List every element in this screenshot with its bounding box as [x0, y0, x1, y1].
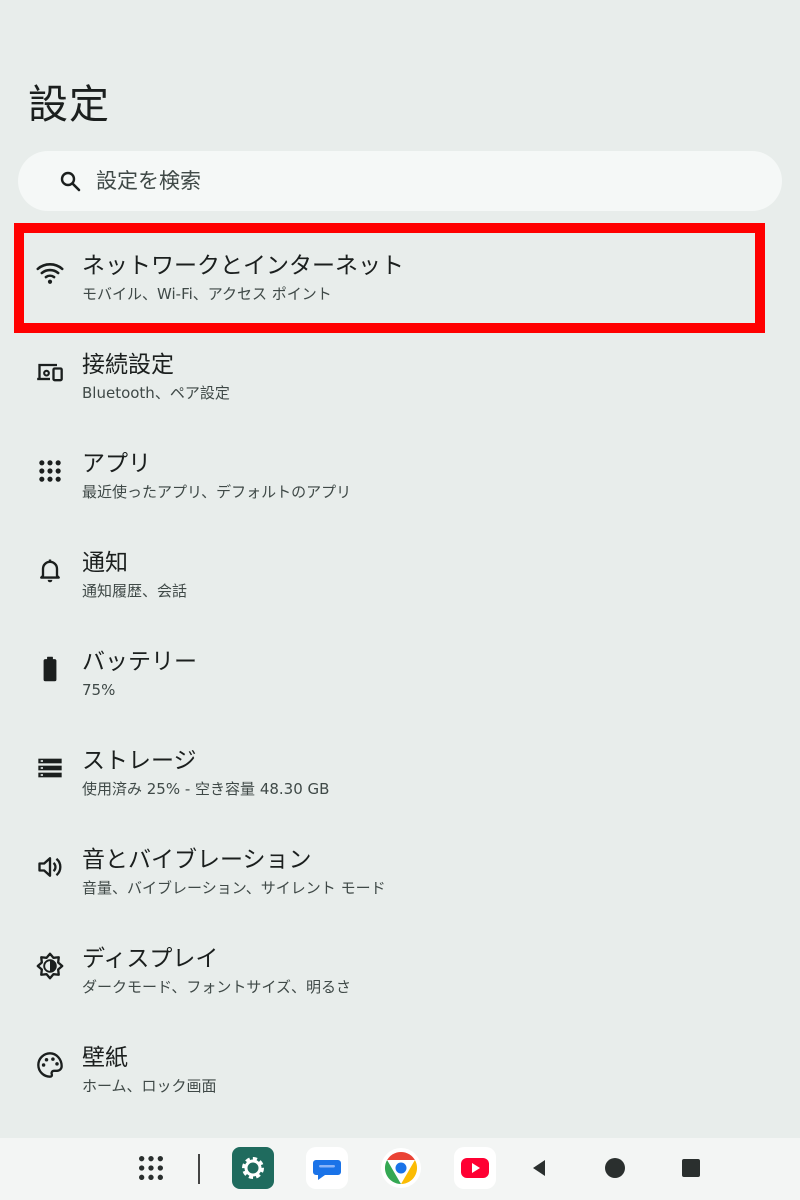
brightness-icon: [36, 952, 64, 980]
settings-item-notifications[interactable]: 通知 通知履歴、会話: [0, 520, 800, 619]
settings-item-title: 音とバイブレーション: [82, 847, 312, 873]
content-bottom-edge: [0, 1120, 800, 1138]
settings-item-network[interactable]: ネットワークとインターネット モバイル、Wi-Fi、アクセス ポイント: [0, 223, 800, 322]
settings-item-subtitle: ダークモード、フォントサイズ、明るさ: [82, 978, 351, 996]
settings-list: ネットワークとインターネット モバイル、Wi-Fi、アクセス ポイント 接続設定…: [0, 223, 800, 1114]
wifi-icon: [36, 259, 64, 287]
settings-item-subtitle: 最近使ったアプリ、デフォルトのアプリ: [82, 483, 352, 501]
volume-icon: [36, 853, 64, 881]
settings-item-apps[interactable]: アプリ 最近使ったアプリ、デフォルトのアプリ: [0, 421, 800, 520]
bell-icon: [36, 556, 64, 584]
settings-item-title: アプリ: [82, 451, 151, 477]
settings-item-subtitle: ホーム、ロック画面: [82, 1077, 217, 1095]
chrome-app-icon[interactable]: [379, 1146, 423, 1190]
app-drawer-icon[interactable]: [129, 1146, 173, 1190]
settings-app-icon[interactable]: [231, 1146, 275, 1190]
settings-item-title: 通知: [82, 550, 128, 576]
recents-icon[interactable]: [669, 1146, 713, 1190]
settings-item-subtitle: 通知履歴、会話: [82, 582, 188, 600]
settings-item-subtitle: 75%: [82, 681, 116, 699]
messages-app-icon[interactable]: [305, 1146, 349, 1190]
battery-icon: [36, 655, 64, 683]
home-icon[interactable]: [593, 1146, 637, 1190]
settings-item-title: 壁紙: [82, 1045, 128, 1071]
settings-item-battery[interactable]: バッテリー 75%: [0, 619, 800, 718]
settings-item-title: 接続設定: [82, 352, 174, 378]
settings-item-display[interactable]: ディスプレイ ダークモード、フォントサイズ、明るさ: [0, 916, 800, 1015]
settings-item-connected-devices[interactable]: 接続設定 Bluetooth、ペア設定: [0, 322, 800, 421]
palette-icon: [36, 1051, 64, 1079]
settings-item-subtitle: Bluetooth、ペア設定: [82, 384, 230, 402]
settings-item-subtitle: 使用済み 25% - 空き容量 48.30 GB: [82, 780, 330, 798]
settings-item-storage[interactable]: ストレージ 使用済み 25% - 空き容量 48.30 GB: [0, 718, 800, 817]
settings-item-subtitle: 音量、バイブレーション、サイレント モード: [82, 879, 386, 897]
youtube-app-icon[interactable]: [453, 1146, 497, 1190]
search-input[interactable]: [96, 169, 696, 193]
settings-item-subtitle: モバイル、Wi-Fi、アクセス ポイント: [82, 285, 332, 303]
settings-item-wallpaper[interactable]: 壁紙 ホーム、ロック画面: [0, 1015, 800, 1114]
taskbar: [0, 1138, 800, 1200]
settings-item-sound[interactable]: 音とバイブレーション 音量、バイブレーション、サイレント モード: [0, 817, 800, 916]
back-icon[interactable]: [517, 1146, 561, 1190]
devices-icon: [36, 358, 64, 386]
settings-item-title: ディスプレイ: [82, 946, 219, 972]
page-title: 設定: [28, 82, 110, 128]
settings-item-title: ネットワークとインターネット: [82, 253, 404, 279]
settings-item-title: バッテリー: [82, 649, 197, 675]
apps-grid-icon: [36, 457, 64, 485]
storage-icon: [36, 754, 64, 782]
taskbar-divider: [198, 1154, 200, 1184]
settings-item-title: ストレージ: [82, 748, 197, 774]
search-icon: [60, 171, 81, 192]
search-bar[interactable]: [18, 151, 782, 211]
